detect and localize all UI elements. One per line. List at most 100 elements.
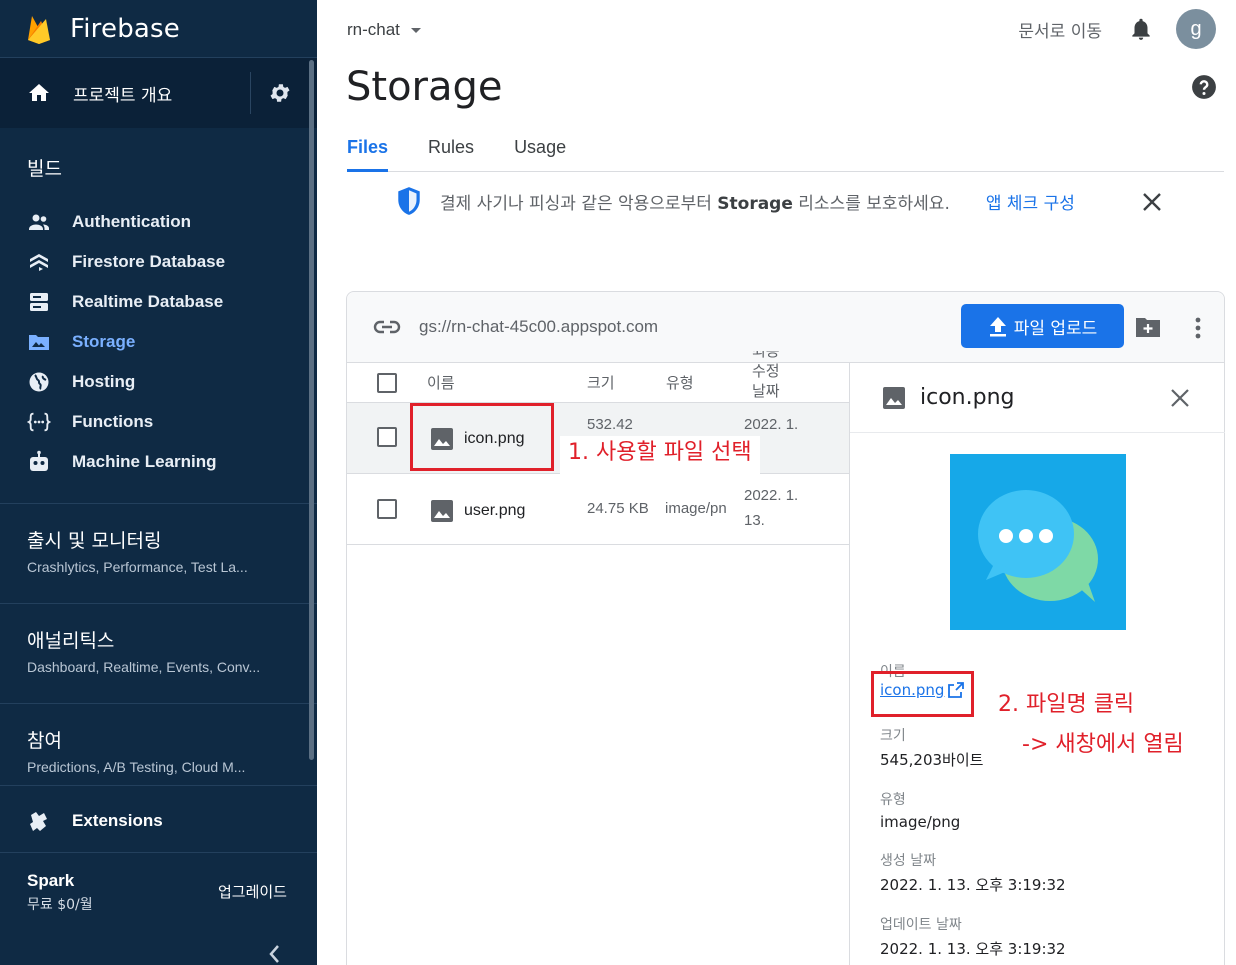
sidebar-item-functions[interactable]: Functions: [0, 402, 317, 442]
sidebar-item-firestore[interactable]: Firestore Database: [0, 242, 317, 282]
bucket-path[interactable]: gs://rn-chat-45c00.appspot.com: [419, 317, 658, 337]
functions-icon: [27, 410, 51, 434]
file-preview-image: [950, 454, 1126, 630]
folder-icon: [27, 330, 51, 354]
docs-link[interactable]: 문서로 이동: [1018, 17, 1102, 42]
sidebar-item-label: Functions: [72, 412, 154, 431]
row-checkbox[interactable]: [377, 427, 397, 447]
storage-card: gs://rn-chat-45c00.appspot.com 파일 업로드 이름…: [346, 291, 1225, 965]
sidebar-item-label: Storage: [72, 332, 136, 351]
sidebar-group-analytics[interactable]: 애널리틱스 Dashboard, Realtime, Events, Conv.…: [0, 604, 317, 703]
app-check-link[interactable]: 앱 체크 구성: [986, 189, 1075, 214]
sidebar-item-label: Firestore Database: [72, 252, 226, 271]
group-title: 출시 및 모니터링: [27, 530, 162, 552]
group-subtitle: Predictions, A/B Testing, Cloud M...: [27, 759, 246, 775]
sidebar-item-hosting[interactable]: Hosting: [0, 362, 317, 402]
meta-label: 생성 날짜: [880, 853, 936, 869]
file-name-label: user.png: [464, 502, 526, 519]
sidebar-group-release[interactable]: 출시 및 모니터링 Crashlytics, Performance, Test…: [0, 504, 317, 603]
close-icon[interactable]: [1141, 191, 1163, 213]
file-modified: 2022. 1.: [744, 416, 799, 433]
avatar[interactable]: g: [1176, 9, 1216, 49]
chevron-left-icon[interactable]: [268, 944, 282, 964]
row-checkbox[interactable]: [377, 499, 397, 519]
tab-usage[interactable]: Usage: [514, 134, 566, 171]
project-selector[interactable]: rn-chat: [347, 18, 428, 42]
chat-bubbles-icon: [978, 490, 1098, 602]
table-row[interactable]: user.png 24.75 KB image/pn 2022. 1. 13.: [347, 474, 849, 545]
sidebar-item-label: Realtime Database: [72, 292, 224, 311]
group-title: 참여: [27, 730, 62, 752]
meta-value: 545,203바이트: [880, 751, 984, 769]
app-check-banner: 결제 사기나 피싱과 같은 악용으로부터 Storage 리소스를 보호하세요.…: [396, 186, 1075, 216]
group-subtitle: Dashboard, Realtime, Events, Conv...: [27, 659, 261, 675]
detail-title: icon.png: [920, 385, 1015, 410]
tab-bar: Files Rules Usage: [347, 134, 1224, 172]
sidebar: Firebase 프로젝트 개요 빌드 Authentication Fires…: [0, 0, 317, 965]
gear-icon[interactable]: [268, 81, 292, 105]
file-detail-panel: icon.png 이름 icon.png 크기 545,203바이트 유형 im…: [849, 363, 1225, 965]
sidebar-scrollbar[interactable]: [309, 60, 314, 760]
project-name: rn-chat: [347, 20, 400, 39]
file-modified: 2022. 1. 13.: [744, 483, 798, 533]
image-icon: [431, 500, 453, 522]
column-name[interactable]: 이름: [427, 371, 455, 396]
firestore-icon: [27, 250, 51, 274]
new-folder-icon[interactable]: [1135, 316, 1161, 338]
file-name[interactable]: user.png: [430, 499, 525, 523]
dropdown-arrow-icon: [410, 28, 421, 33]
annotation-box-file: [410, 403, 554, 471]
detail-header: icon.png: [850, 363, 1225, 433]
banner-text: 결제 사기나 피싱과 같은 악용으로부터 Storage 리소스를 보호하세요.: [440, 189, 950, 214]
firebase-logo-icon: [28, 15, 50, 44]
group-subtitle: Crashlytics, Performance, Test La...: [27, 559, 248, 575]
robot-icon: [27, 450, 51, 474]
meta-label: 업데이트 날짜: [880, 917, 962, 933]
tab-files[interactable]: Files: [347, 134, 389, 172]
upgrade-button[interactable]: 업그레이드: [218, 881, 287, 902]
column-modified-line: 수정: [752, 362, 780, 380]
link-icon[interactable]: [373, 319, 401, 335]
meta-size: 크기 545,203바이트: [880, 725, 983, 770]
sidebar-item-authentication[interactable]: Authentication: [0, 202, 317, 242]
bell-icon[interactable]: [1128, 16, 1154, 42]
help-icon[interactable]: [1191, 74, 1217, 100]
column-size[interactable]: 크기: [587, 371, 615, 396]
file-modified-line: 13.: [744, 512, 765, 529]
sidebar-item-machine-learning[interactable]: Machine Learning: [0, 442, 317, 482]
close-icon[interactable]: [1170, 388, 1190, 408]
extensions-icon: [30, 812, 47, 831]
shield-icon: [398, 187, 420, 215]
sidebar-item-realtime-database[interactable]: Realtime Database: [0, 282, 317, 322]
build-section-title: 빌드: [27, 158, 62, 180]
meta-label: 크기: [880, 728, 906, 744]
annotation-step-1: 1. 사용할 파일 선택: [560, 436, 760, 474]
more-vert-icon[interactable]: [1193, 316, 1203, 340]
select-all-checkbox[interactable]: [377, 373, 397, 393]
top-actions: 문서로 이동 g: [1018, 9, 1216, 49]
sidebar-group-engage[interactable]: 참여 Predictions, A/B Testing, Cloud M...: [0, 704, 317, 785]
sidebar-item-label: Machine Learning: [72, 452, 217, 471]
sidebar-item-extensions[interactable]: Extensions: [0, 786, 317, 856]
column-modified[interactable]: 최종 수정 날짜: [752, 351, 780, 403]
sidebar-item-storage[interactable]: Storage: [0, 322, 317, 362]
meta-value: 2022. 1. 13. 오후 3:19:32: [880, 940, 1066, 958]
tab-rules[interactable]: Rules: [428, 134, 474, 171]
globe-icon: [27, 370, 51, 394]
path-bar: gs://rn-chat-45c00.appspot.com 파일 업로드: [347, 292, 1224, 363]
sidebar-item-label: Authentication: [72, 212, 191, 231]
meta-value: image/png: [880, 813, 961, 831]
brand-name: Firebase: [70, 13, 180, 44]
column-type[interactable]: 유형: [666, 371, 694, 396]
project-overview[interactable]: 프로젝트 개요: [0, 58, 317, 128]
file-size: 532.42: [587, 416, 633, 433]
annotation-step-2: 2. 파일명 클릭 -> 새창에서 열림: [990, 681, 1210, 763]
brand[interactable]: Firebase: [0, 0, 317, 58]
meta-type: 유형 image/png: [880, 789, 960, 831]
plan-section: Spark 무료 $0/월 업그레이드: [0, 852, 317, 922]
file-type: image/pn: [665, 500, 727, 517]
column-modified-line: 날짜: [752, 382, 780, 400]
upload-file-button[interactable]: 파일 업로드: [961, 304, 1124, 348]
file-size: 24.75 KB: [587, 500, 649, 517]
meta-value: 2022. 1. 13. 오후 3:19:32: [880, 876, 1066, 894]
